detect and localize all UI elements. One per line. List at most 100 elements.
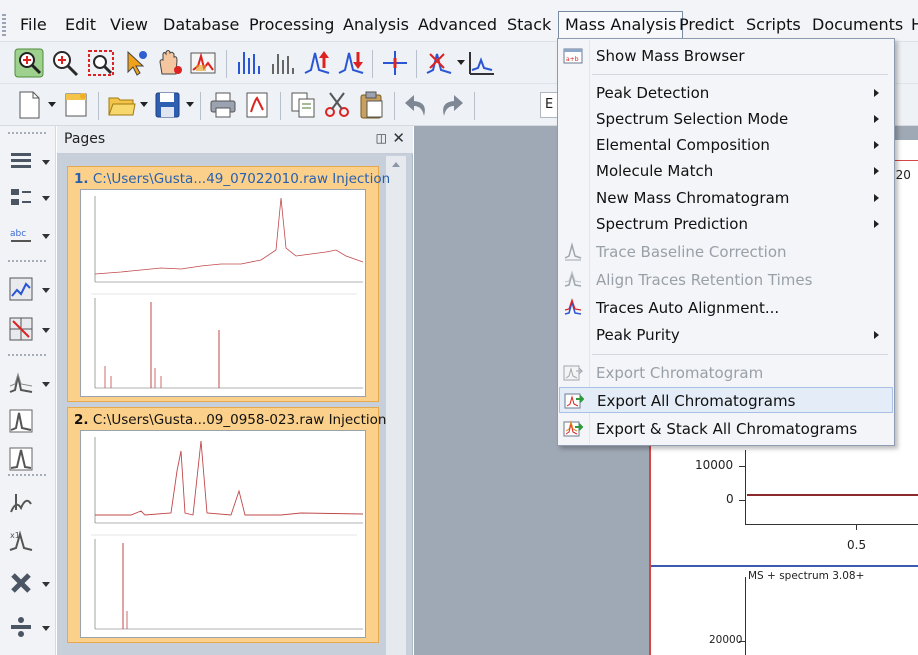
multiplet-icon[interactable] <box>8 490 34 516</box>
page-thumbnail-2[interactable]: 2. C:\Users\Gusta...09_0958-023.raw Inje… <box>67 407 386 643</box>
save-dropdown[interactable] <box>186 102 194 107</box>
menu-item-new-mass-chromatogram[interactable]: New Mass Chromatogram <box>559 185 893 211</box>
overlay-traces-icon[interactable] <box>8 408 34 434</box>
peak-pick-dropdown[interactable] <box>457 60 465 65</box>
menu-predict[interactable]: Predict <box>673 13 740 37</box>
crosshair-icon[interactable] <box>380 48 410 78</box>
menu-item-spectrum-prediction[interactable]: Spectrum Prediction <box>559 211 893 237</box>
menu-analysis[interactable]: Analysis <box>337 13 415 37</box>
pages-panel-header: Pages ◫ ✕ <box>57 126 413 154</box>
toolbar-separator <box>474 92 475 120</box>
spectrum-grid-icon[interactable] <box>8 276 34 302</box>
peak-up-icon[interactable] <box>302 48 332 78</box>
menu-item-peak-purity[interactable]: Peak Purity <box>559 322 893 348</box>
peak-down-icon[interactable] <box>336 48 366 78</box>
export-stack-icon <box>563 419 583 439</box>
text-format-dropdown[interactable] <box>42 234 50 239</box>
baseline-icon[interactable] <box>466 48 496 78</box>
toolbar-text-field[interactable]: E <box>540 92 558 118</box>
menu-item-spectrum-selection-mode[interactable]: Spectrum Selection Mode <box>559 106 893 132</box>
new-page-icon[interactable] <box>60 90 90 120</box>
divide-icon[interactable] <box>8 614 34 640</box>
menu-item-traces-auto-alignment[interactable]: Traces Auto Alignment... <box>559 295 893 321</box>
peak-pick-icon[interactable] <box>424 48 454 78</box>
list-view-dropdown[interactable] <box>42 160 50 165</box>
zoom-in-icon[interactable] <box>50 48 80 78</box>
toolbar-grip <box>8 354 48 356</box>
menu-database[interactable]: Database <box>157 13 245 37</box>
menu-item-export-stack-all-chromatograms[interactable]: Export & Stack All Chromatograms <box>559 416 893 442</box>
copy-icon[interactable] <box>288 90 318 120</box>
layout-grid-icon[interactable] <box>8 316 34 342</box>
zoom-select-icon[interactable] <box>14 48 44 78</box>
spectrum-peaks-icon[interactable] <box>234 48 264 78</box>
toolbar-separator <box>98 92 99 120</box>
redo-icon[interactable] <box>436 90 466 120</box>
menu-help[interactable]: H <box>905 13 918 37</box>
align-objects-icon[interactable] <box>8 184 34 210</box>
submenu-arrow-icon <box>874 220 879 228</box>
peak-region-icon[interactable] <box>188 48 218 78</box>
cursor-select-icon[interactable] <box>120 48 150 78</box>
mass-analysis-menu: a+b Show Mass Browser Peak Detection Spe… <box>557 38 895 446</box>
print-icon[interactable] <box>208 90 238 120</box>
pdf-export-icon[interactable] <box>242 90 272 120</box>
menu-item-trace-baseline-correction[interactable]: Trace Baseline Correction <box>559 239 893 265</box>
mass-browser-icon: a+b <box>563 46 583 66</box>
single-trace-icon[interactable] <box>8 446 34 472</box>
new-document-icon[interactable] <box>14 90 44 120</box>
text-format-icon[interactable]: abc <box>8 222 34 248</box>
menu-mass-analysis[interactable]: Mass Analysis <box>558 11 684 39</box>
menu-item-show-mass-browser[interactable]: a+b Show Mass Browser <box>559 43 893 69</box>
stacked-traces-icon[interactable] <box>8 370 34 396</box>
menu-edit[interactable]: Edit <box>59 13 102 37</box>
page-path: C:\Users\Gusta...09_0958-023.raw Injecti… <box>92 412 387 428</box>
menu-bar: File Edit View Database Processing Analy… <box>0 0 918 42</box>
cut-icon[interactable] <box>322 90 352 120</box>
close-icon[interactable]: ✕ <box>392 129 405 147</box>
delete-trace-icon[interactable] <box>8 570 34 596</box>
new-document-dropdown[interactable] <box>48 102 56 107</box>
undo-icon[interactable] <box>402 90 432 120</box>
page-thumbnail-1[interactable]: 1. C:\Users\Gusta...49_07022010.raw Inje… <box>67 166 390 402</box>
pages-panel: Pages ◫ ✕ 1. C:\Users\Gusta...49_0702201… <box>57 126 413 655</box>
align-objects-dropdown[interactable] <box>42 196 50 201</box>
open-folder-dropdown[interactable] <box>140 102 148 107</box>
scroll-up-icon[interactable] <box>392 162 400 167</box>
menu-file[interactable]: File <box>14 13 53 37</box>
menu-view[interactable]: View <box>104 13 154 37</box>
y-tick-label: 0 <box>726 492 734 506</box>
menu-documents[interactable]: Documents <box>806 13 909 37</box>
open-folder-icon[interactable] <box>106 90 136 120</box>
menu-advanced[interactable]: Advanced <box>412 13 503 37</box>
x-tick-mark <box>856 524 857 530</box>
menu-item-export-all-chromatograms[interactable]: Export All Chromatograms <box>559 387 893 413</box>
toolbar-grip <box>8 474 48 476</box>
layout-grid-dropdown[interactable] <box>42 328 50 333</box>
left-toolbar: abc x1 <box>0 126 56 655</box>
menu-stack[interactable]: Stack <box>501 13 557 37</box>
integrate-icon[interactable]: x1 <box>8 528 34 554</box>
menu-processing[interactable]: Processing <box>243 13 340 37</box>
pin-icon[interactable]: ◫ <box>376 131 387 145</box>
list-view-icon[interactable] <box>8 148 34 174</box>
stacked-traces-dropdown[interactable] <box>42 382 50 387</box>
delete-trace-dropdown[interactable] <box>42 582 50 587</box>
menu-item-export-chromatogram[interactable]: Export Chromatogram <box>559 360 893 386</box>
menu-item-elemental-composition[interactable]: Elemental Composition <box>559 132 893 158</box>
divide-dropdown[interactable] <box>42 626 50 631</box>
submenu-arrow-icon <box>874 115 879 123</box>
menu-item-align-traces-retention-times[interactable]: Align Traces Retention Times <box>559 267 893 293</box>
hand-pan-icon[interactable] <box>154 48 184 78</box>
pages-scrollbar[interactable] <box>386 156 406 655</box>
zoom-fit-icon[interactable] <box>86 48 116 78</box>
save-icon[interactable] <box>152 90 182 120</box>
paste-icon[interactable] <box>356 90 386 120</box>
menu-item-peak-detection[interactable]: Peak Detection <box>559 80 893 106</box>
menu-scripts[interactable]: Scripts <box>740 13 807 37</box>
spectrum-lines-icon[interactable] <box>268 48 298 78</box>
page-preview <box>80 189 366 397</box>
menu-item-molecule-match[interactable]: Molecule Match <box>559 158 893 184</box>
spectrum-grid-dropdown[interactable] <box>42 288 50 293</box>
align-traces-icon <box>563 270 583 290</box>
